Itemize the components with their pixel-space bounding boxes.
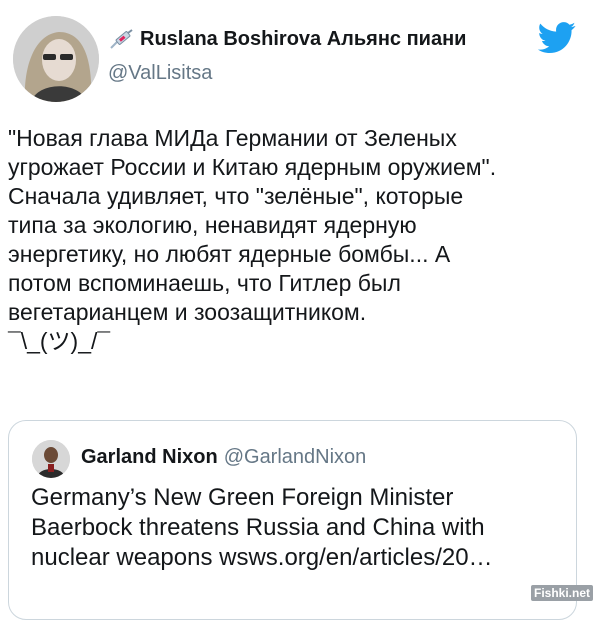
watermark: Fishki.net (530, 585, 593, 601)
quoted-avatar-photo (32, 440, 70, 478)
twitter-bird-icon (537, 22, 576, 54)
author-avatar[interactable] (13, 16, 99, 102)
author-name-row[interactable]: Ruslana Boshirova Альянс пиани (108, 28, 518, 51)
syringe-icon (110, 28, 133, 49)
tweet-text: "Новая глава МИДа Германии от Зеленых уг… (8, 125, 497, 354)
quoted-author-avatar (32, 440, 70, 478)
quoted-tweet-text: Germany’s New Green Foreign Minister Bae… (31, 484, 493, 571)
author-handle[interactable]: @ValLisitsa (108, 62, 212, 85)
quoted-author-handle: @GarlandNixon (223, 446, 367, 468)
quoted-author-row: Garland Nixon @GarlandNixon (81, 446, 366, 469)
avatar-photo (13, 16, 99, 102)
quoted-author-name: Garland Nixon (81, 446, 218, 468)
quoted-tweet-card[interactable]: Garland Nixon @GarlandNixon Germany’s New… (8, 420, 577, 620)
author-name: Ruslana Boshirova Альянс пиани (140, 28, 467, 50)
